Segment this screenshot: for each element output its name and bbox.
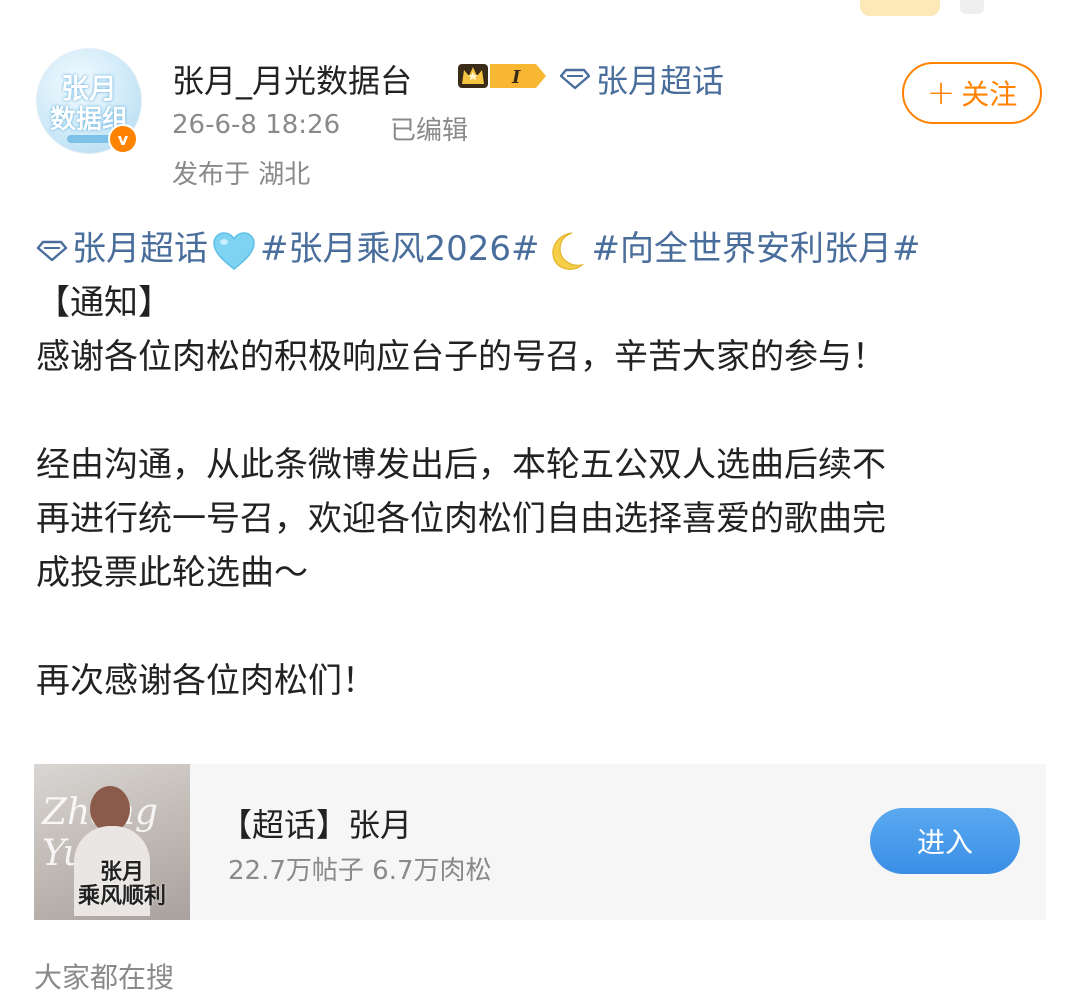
post-line-3: 再进行统一号召，欢迎各位肉松们自由选择喜爱的歌曲完 — [36, 499, 886, 539]
thumbnail-caption: 张月 乘风顺利 — [78, 860, 166, 908]
hashtag-chengfeng[interactable]: #张月乘风2026# — [260, 229, 540, 269]
post-line-4: 成投票此轮选曲～ — [36, 553, 308, 593]
post-notice: 【通知】 — [36, 283, 172, 323]
chaohua-link-label: 张月超话 — [596, 62, 725, 100]
edited-label[interactable]: 已编辑 — [390, 110, 468, 147]
post-content: 张月超话 #张月乘风2026# #向全世界安利张月# 【通知】 感谢各位肉松的积极响… — [36, 222, 1046, 708]
post-line-1: 感谢各位肉松的积极响应台子的号召，辛苦大家的参与！ — [36, 337, 886, 377]
top-decoration — [860, 0, 990, 22]
follow-button-label: 关注 — [961, 78, 1018, 111]
post-tags-line: 张月超话 #张月乘风2026# #向全世界安利张月# — [36, 222, 1046, 276]
trending-search-label: 大家都在搜 — [34, 961, 175, 994]
chaohua-card-stats: 22.7万帖子 6.7万肉松 — [228, 856, 492, 886]
chaohua-link[interactable]: 张月超话 — [560, 56, 724, 102]
crown-level-badge-icon: I — [458, 64, 546, 88]
chaohua-card-title: 【超话】张月 — [220, 806, 413, 844]
avatar-decoration — [67, 135, 111, 143]
post-line-2: 经由沟通，从此条微博发出后，本轮五公双人选曲后续不 — [36, 445, 886, 485]
crescent-moon-icon — [551, 231, 584, 270]
hashtag-anli[interactable]: #向全世界安利张月# — [592, 229, 921, 269]
top-tag-decoration — [860, 0, 940, 16]
chaohua-card-thumbnail: Zhang Yue 张月 乘风顺利 — [34, 764, 190, 920]
post-line-5: 再次感谢各位肉松们！ — [36, 661, 376, 701]
plus-icon: + — [926, 73, 956, 113]
thumbnail-caption-text: 张月 乘风顺利 — [78, 859, 167, 909]
verified-v-icon: v — [108, 124, 138, 154]
level-badge-text: I — [511, 67, 521, 88]
top-icon-decoration — [960, 0, 984, 14]
diamond-icon — [36, 240, 68, 261]
light-blue-heart-icon — [213, 231, 255, 270]
diamond-icon — [560, 68, 590, 90]
post-location: 发布于 湖北 — [172, 160, 311, 190]
follow-button[interactable]: + 关注 — [902, 62, 1042, 124]
tag-chaohua-label: 张月超话 — [72, 229, 208, 269]
post-timestamp: 26-6-8 18:26 — [172, 110, 341, 140]
username[interactable]: 张月_月光数据台 — [172, 56, 412, 102]
tag-chaohua[interactable]: 张月超话 — [36, 229, 208, 269]
enter-button[interactable]: 进入 — [870, 808, 1020, 874]
